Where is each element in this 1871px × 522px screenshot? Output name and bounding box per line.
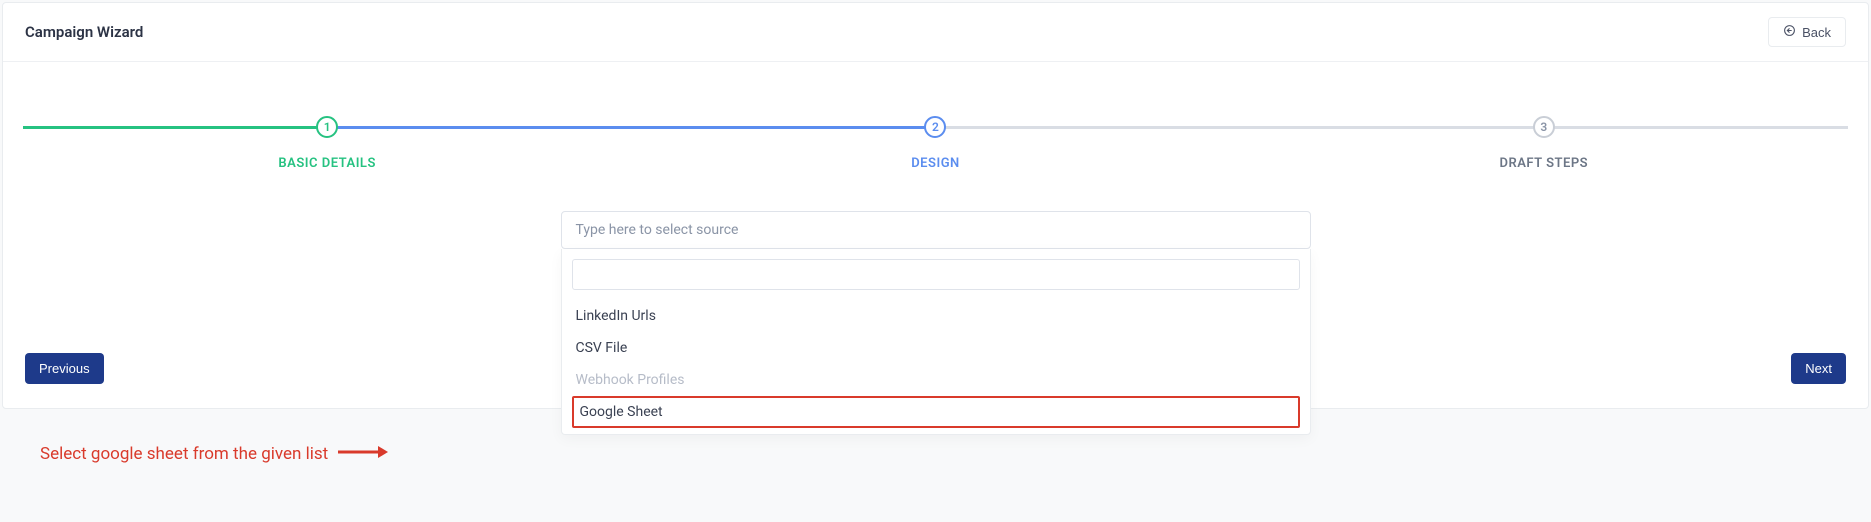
step-1-label: BASIC DETAILS (278, 156, 376, 171)
back-button[interactable]: Back (1768, 17, 1846, 47)
step-1-circle: 1 (316, 116, 338, 138)
step-basic-details[interactable]: 1 BASIC DETAILS (23, 116, 631, 171)
back-button-label: Back (1802, 25, 1831, 40)
source-option-linkedin-urls[interactable]: LinkedIn Urls (572, 300, 1300, 332)
step-3-circle: 3 (1533, 116, 1555, 138)
annotation-callout: Select google sheet from the given list (40, 444, 388, 464)
next-button[interactable]: Next (1791, 353, 1846, 384)
page-title: Campaign Wizard (25, 23, 143, 41)
step-draft-steps[interactable]: 3 DRAFT STEPS (1240, 116, 1848, 171)
step-2-label: DESIGN (911, 156, 960, 171)
source-select[interactable]: Type here to select source LinkedIn Urls… (561, 211, 1311, 249)
source-option-google-sheet[interactable]: Google Sheet (572, 396, 1300, 428)
source-dropdown-panel: LinkedIn Urls CSV File Webhook Profiles … (561, 249, 1311, 435)
source-select-input[interactable]: Type here to select source (561, 211, 1311, 249)
step-2-circle: 2 (924, 116, 946, 138)
source-option-csv-file[interactable]: CSV File (572, 332, 1300, 364)
source-option-webhook-profiles: Webhook Profiles (572, 364, 1300, 396)
source-filter-input[interactable] (572, 259, 1300, 290)
step-3-label: DRAFT STEPS (1500, 156, 1589, 171)
annotation-arrow-icon (338, 444, 388, 464)
back-arrow-icon (1783, 24, 1796, 40)
annotation-text: Select google sheet from the given list (40, 444, 328, 464)
wizard-stepper: 1 BASIC DETAILS 2 DESIGN 3 DRAFT STEPS (23, 116, 1848, 171)
step-design[interactable]: 2 DESIGN (631, 116, 1239, 171)
previous-button[interactable]: Previous (25, 353, 104, 384)
